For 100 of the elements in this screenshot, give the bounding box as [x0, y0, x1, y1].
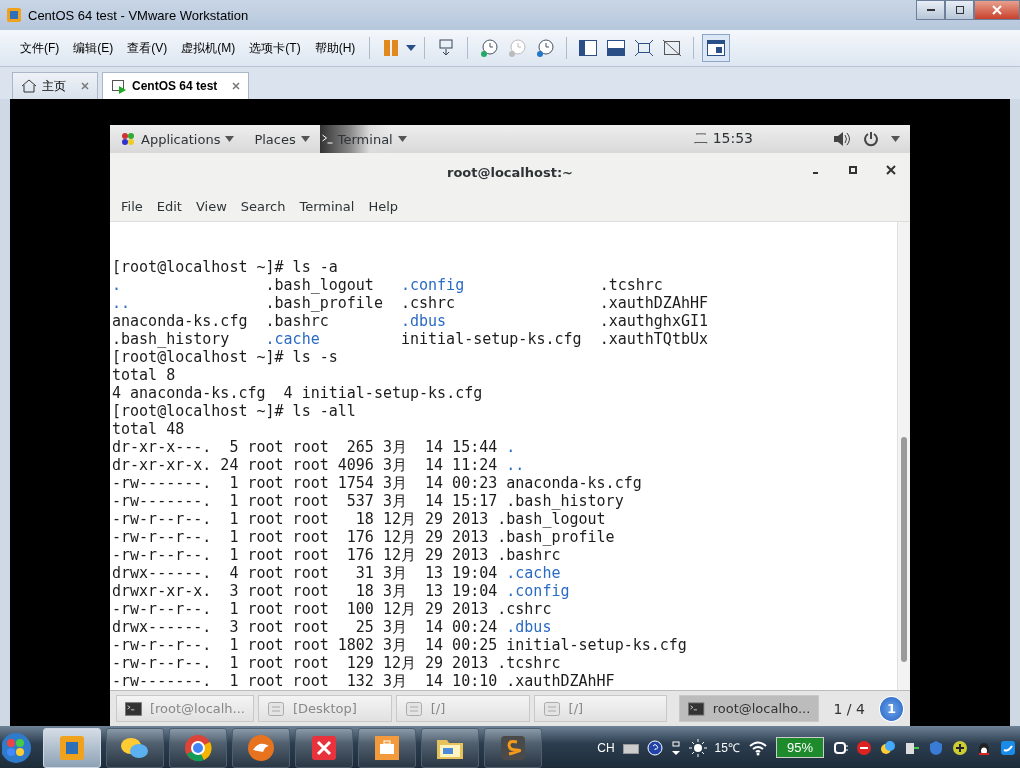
- plug-icon[interactable]: [832, 740, 848, 755]
- menu-item[interactable]: 虚拟机(M): [175, 39, 242, 57]
- tab[interactable]: CentOS 64 test: [102, 72, 250, 99]
- close-button[interactable]: [886, 165, 896, 175]
- menu-item[interactable]: Terminal: [292, 198, 362, 214]
- taskbar-app[interactable]: [295, 727, 353, 768]
- file-name: .xauthDZAhHF: [506, 672, 615, 690]
- bird-icon[interactable]: [1000, 739, 1016, 756]
- overflow-icon[interactable]: [670, 739, 681, 756]
- editor-icon: [499, 733, 527, 762]
- volume-icon[interactable]: [833, 131, 851, 147]
- directory-name: .: [506, 438, 516, 456]
- file-name: .bash_history: [112, 330, 230, 348]
- taskbar-app[interactable]: [106, 727, 164, 768]
- keyboard-icon[interactable]: [622, 741, 639, 754]
- file-name: .bash_history: [506, 492, 624, 510]
- directory-name: ..: [506, 456, 525, 474]
- taskbar-app[interactable]: [232, 727, 290, 768]
- fox-icon: [247, 733, 275, 762]
- file-name: .tcshrc: [599, 276, 663, 294]
- menu-item[interactable]: 查看(V): [121, 39, 174, 57]
- file-name: .bash_profile: [265, 294, 383, 312]
- close-icon[interactable]: [81, 82, 89, 90]
- file-details: dr-xr-x---. 5 root root 265 3月 14 15:44: [112, 438, 498, 456]
- menu-item[interactable]: File: [114, 198, 150, 214]
- maximize-button[interactable]: [848, 165, 858, 175]
- menu-item[interactable]: 文件(F): [14, 39, 66, 57]
- file-name: initial-setup-ks.cfg: [400, 330, 582, 348]
- taskbar-app[interactable]: [358, 727, 416, 768]
- window-list-item[interactable]: root@localho...: [679, 695, 820, 722]
- power-icon[interactable]: [863, 131, 879, 147]
- workspace-indicator[interactable]: 1 / 4: [823, 700, 875, 717]
- file-details: drwx------. 4 root root 31 3月 13 19:04: [112, 564, 498, 582]
- briefcase-icon: [373, 733, 401, 762]
- menu-item[interactable]: View: [188, 198, 234, 214]
- clock[interactable]: 二 15:53: [694, 130, 753, 148]
- plus-icon[interactable]: [952, 739, 968, 756]
- directory-name: ..: [112, 294, 131, 312]
- file-name: .cshrc: [400, 294, 456, 312]
- browser-icon: [184, 733, 212, 762]
- taskbar-app[interactable]: [484, 727, 542, 768]
- directory-name: .config: [400, 276, 465, 294]
- terminal-line: 4 anaconda-ks.cfg 4 initial-setup-ks.cfg: [112, 384, 483, 402]
- temperature[interactable]: 15℃: [714, 739, 740, 756]
- terminal-line: [root@localhost ~]# ls -a: [112, 258, 338, 276]
- menu-item[interactable]: Search: [233, 198, 293, 214]
- window-icon: [542, 700, 561, 717]
- file-name: .xauthDZAhHF: [599, 294, 708, 312]
- directory-name: .cache: [265, 330, 320, 348]
- caret-icon[interactable]: [397, 136, 407, 142]
- taskbar-app[interactable]: [169, 727, 227, 768]
- maximize-icon: [955, 6, 964, 14]
- thumbnail-button[interactable]: [702, 34, 731, 62]
- chat-icon[interactable]: [880, 739, 896, 756]
- top-bar-menu[interactable]: Places: [244, 125, 320, 153]
- battery-indicator[interactable]: 95%: [775, 737, 824, 758]
- file-details: -rw-------. 1 root root 537 3月 14 15:17: [112, 492, 498, 510]
- window-title: CentOS 64 test - VMware Workstation: [28, 7, 249, 23]
- caret-icon[interactable]: [406, 45, 417, 51]
- menu-item[interactable]: 帮助(H): [308, 39, 362, 57]
- terminal-line: [root@localhost ~]# ls -all: [112, 402, 356, 420]
- file-name: .bashrc: [265, 312, 329, 330]
- minimize-button[interactable]: [916, 0, 945, 20]
- file-name: anaconda-ks.cfg: [112, 312, 248, 330]
- file-name: .xauthghxGI1: [599, 312, 708, 330]
- sun-icon[interactable]: [688, 738, 707, 757]
- maximize-button[interactable]: [945, 0, 974, 20]
- applications-icon: [120, 131, 136, 147]
- file-details: drwx------. 3 root root 25 3月 14 00:24: [112, 618, 498, 636]
- menu-item[interactable]: 选项卡(T): [243, 39, 307, 57]
- language-indicator[interactable]: CH: [597, 740, 615, 755]
- close-icon[interactable]: [232, 82, 241, 90]
- caret-icon[interactable]: [300, 136, 310, 142]
- file-details: -rw-r--r--. 1 root root 176 12月 29 2013: [112, 546, 489, 564]
- window-icon: [267, 700, 285, 717]
- file-details: -rw-------. 1 root root 1754 3月 14 00:23: [112, 474, 498, 492]
- help-icon[interactable]: [646, 739, 663, 756]
- wifi-icon[interactable]: [747, 739, 768, 756]
- scrollbar[interactable]: [897, 222, 910, 690]
- taskbar-app[interactable]: [421, 727, 479, 768]
- file-details: -rw-r--r--. 1 root root 176 12月 29 2013: [112, 528, 489, 546]
- caret-icon[interactable]: [225, 136, 235, 142]
- terminal-icon: [688, 700, 705, 717]
- menu-item[interactable]: Help: [361, 198, 406, 214]
- minimize-icon: [926, 9, 935, 11]
- scrollbar-thumb[interactable]: [901, 437, 907, 662]
- directory-name: .config: [506, 582, 570, 600]
- directory-name: .cache: [506, 564, 561, 582]
- menu-item[interactable]: Edit: [149, 198, 189, 214]
- menu-item[interactable]: 编辑(E): [67, 39, 120, 57]
- tab[interactable]: 主页: [12, 72, 98, 99]
- stop-icon[interactable]: [856, 739, 872, 756]
- top-bar-menu[interactable]: Applications: [110, 125, 245, 153]
- terminal-icon: [125, 700, 142, 717]
- file-details: -rw-r--r--. 1 root root 129 12月 29 2013: [112, 654, 489, 672]
- app-icon: [6, 7, 22, 23]
- file-name: .bash_logout: [265, 276, 374, 294]
- shield-icon[interactable]: [928, 739, 944, 756]
- terminal-line: total 8: [112, 366, 176, 384]
- caret-icon[interactable]: [891, 136, 900, 142]
